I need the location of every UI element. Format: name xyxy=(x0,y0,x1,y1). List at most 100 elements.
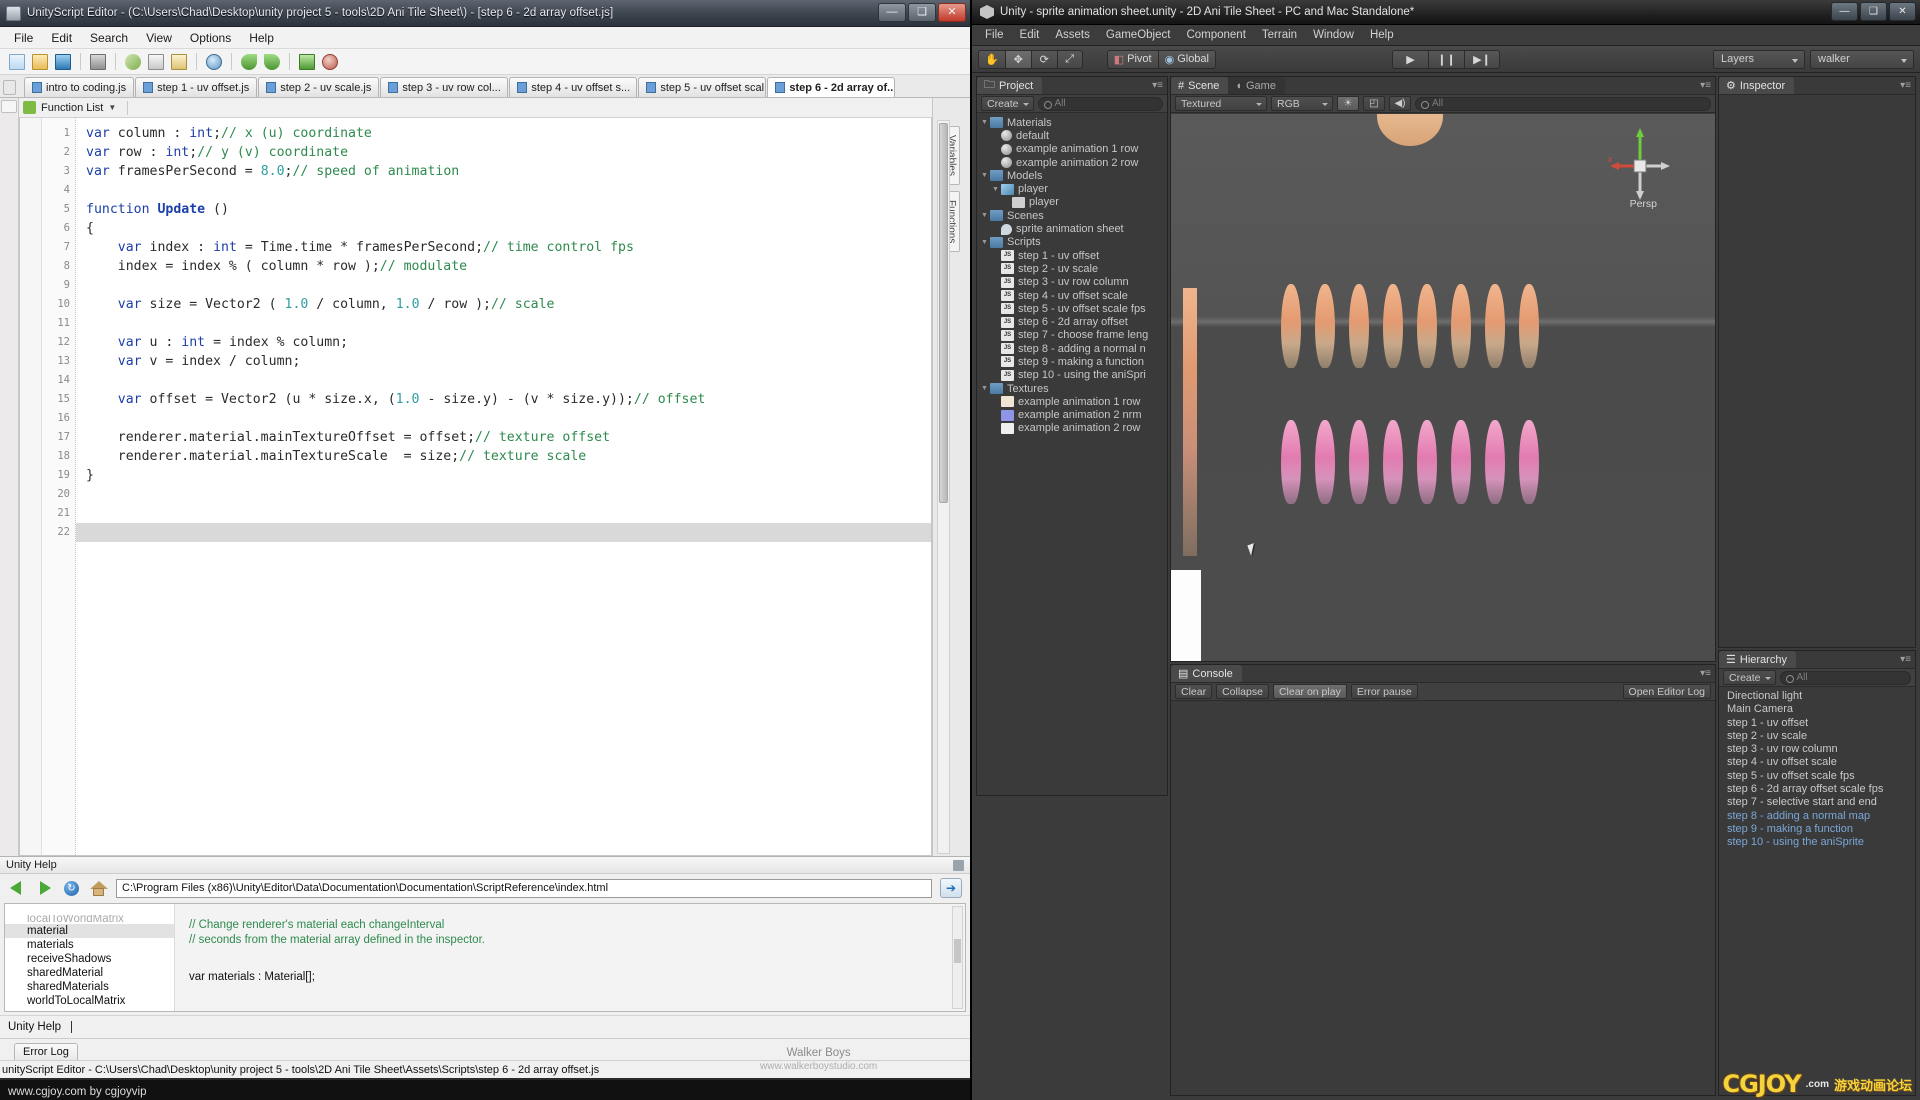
left-vertical-tab[interactable] xyxy=(1,100,17,113)
tab-console[interactable]: ▤ Console xyxy=(1171,665,1242,682)
lighting-icon[interactable]: ☀ xyxy=(1337,96,1359,111)
new-file-icon[interactable] xyxy=(7,52,27,72)
project-tree-item[interactable]: example animation 1 row xyxy=(977,143,1167,156)
tab-inspector[interactable]: ⚙ Inspector xyxy=(1719,77,1795,94)
project-tree-item[interactable]: JS step 5 - uv offset scale fps xyxy=(977,302,1167,315)
menu-component[interactable]: Component xyxy=(1179,27,1252,43)
code-line[interactable]: var size = Vector2 ( 1.0 / column, 1.0 /… xyxy=(76,295,931,314)
chevron-down-icon[interactable]: ▼ xyxy=(108,103,116,112)
hand-tool-icon[interactable]: ✋ xyxy=(978,49,1005,69)
code-line[interactable]: renderer.material.mainTextureScale = siz… xyxy=(76,447,931,466)
menu-terrain[interactable]: Terrain xyxy=(1255,27,1304,43)
hierarchy-item[interactable]: step 8 - adding a normal map xyxy=(1719,810,1915,823)
project-tree-item[interactable]: JS step 7 - choose frame leng xyxy=(977,329,1167,342)
hierarchy-item[interactable]: step 1 - uv offset xyxy=(1719,717,1915,730)
minimize-button[interactable]: — xyxy=(1831,2,1858,21)
color-mode-dropdown[interactable]: RGB xyxy=(1271,96,1333,111)
error-pause-button[interactable]: Error pause xyxy=(1350,684,1418,699)
tab-intro-to-coding[interactable]: intro to coding.js xyxy=(24,77,135,97)
draw-mode-dropdown[interactable]: Textured xyxy=(1175,96,1267,111)
code-vertical-scrollbar[interactable] xyxy=(937,120,950,854)
play-button[interactable]: ▶ xyxy=(1392,49,1428,69)
project-tree-item[interactable]: JS step 9 - making a function xyxy=(977,355,1167,368)
bookmark-gutter[interactable] xyxy=(20,118,42,855)
menu-gameobject[interactable]: GameObject xyxy=(1099,27,1178,43)
inspector-content[interactable] xyxy=(1719,96,1915,647)
find-in-files-icon[interactable] xyxy=(320,52,340,72)
open-folder-icon[interactable] xyxy=(30,52,50,72)
project-tree-item[interactable]: example animation 2 row xyxy=(977,156,1167,169)
scene-search-input[interactable]: All xyxy=(1415,96,1711,111)
step-button[interactable]: ▶❙ xyxy=(1464,49,1500,69)
list-item-sharedmaterials[interactable]: sharedMaterials xyxy=(5,980,174,994)
project-tree-item[interactable]: JS step 3 - uv row column xyxy=(977,276,1167,289)
code-line[interactable] xyxy=(76,485,931,504)
tab-step-3[interactable]: step 3 - uv row col... xyxy=(380,77,509,97)
hierarchy-item[interactable]: Main Camera xyxy=(1719,703,1915,716)
panel-menu-icon[interactable]: ▾≡ xyxy=(1152,80,1163,91)
help-url-input[interactable]: C:\Program Files (x86)\Unity\Editor\Data… xyxy=(116,878,932,898)
project-tree-item[interactable]: player xyxy=(977,196,1167,209)
tab-step-5[interactable]: step 5 - uv offset scal... xyxy=(638,77,767,97)
code-line[interactable]: var row : int;// y (v) coordinate xyxy=(76,143,931,162)
help-doc-scrollbar[interactable] xyxy=(952,906,963,1009)
list-item-sharedmaterial[interactable]: sharedMaterial xyxy=(5,966,174,980)
hierarchy-item[interactable]: step 3 - uv row column xyxy=(1719,743,1915,756)
global-toggle[interactable]: ◉ Global xyxy=(1157,49,1216,69)
copy-icon[interactable] xyxy=(146,52,166,72)
hierarchy-item[interactable]: step 2 - uv scale xyxy=(1719,730,1915,743)
disclosure-triangle-icon[interactable]: ▼ xyxy=(979,239,990,246)
project-tree-item[interactable]: sprite animation sheet xyxy=(977,222,1167,235)
code-line[interactable] xyxy=(76,314,931,333)
close-button[interactable]: ✕ xyxy=(1889,2,1916,21)
project-tree-item[interactable]: ▼ Scripts xyxy=(977,236,1167,249)
list-item[interactable]: localToWorldMatrix xyxy=(5,915,174,924)
help-status-tab[interactable]: Unity Help xyxy=(8,1021,67,1033)
panel-menu-icon[interactable]: ▾≡ xyxy=(1700,80,1711,91)
tab-scene[interactable]: # Scene xyxy=(1171,77,1229,94)
hierarchy-item[interactable]: Directional light xyxy=(1719,690,1915,703)
menu-file[interactable]: File xyxy=(978,27,1011,43)
project-tree-item[interactable]: JS step 10 - using the aniSpri xyxy=(977,369,1167,382)
find-icon[interactable] xyxy=(204,52,224,72)
code-line[interactable]: function Update () xyxy=(76,200,931,219)
go-button[interactable]: ➔ xyxy=(940,878,962,898)
hierarchy-item[interactable]: step 5 - uv offset scale fps xyxy=(1719,770,1915,783)
menu-assets[interactable]: Assets xyxy=(1048,27,1097,43)
paste-icon[interactable] xyxy=(169,52,189,72)
code-line[interactable] xyxy=(76,181,931,200)
hierarchy-item[interactable]: step 9 - making a function xyxy=(1719,823,1915,836)
hierarchy-item[interactable]: step 4 - uv offset scale xyxy=(1719,756,1915,769)
project-tree-item[interactable]: JS step 2 - uv scale xyxy=(977,262,1167,275)
code-line[interactable] xyxy=(76,409,931,428)
redo-icon[interactable] xyxy=(262,52,282,72)
refresh-icon[interactable]: ↻ xyxy=(62,879,81,898)
project-tree-item[interactable]: JS step 6 - 2d array offset xyxy=(977,315,1167,328)
error-log-tab[interactable]: Error Log xyxy=(14,1043,78,1060)
panel-menu-icon[interactable]: ▾≡ xyxy=(1900,654,1911,665)
project-tree-item[interactable]: example animation 2 nrm xyxy=(977,409,1167,422)
project-tree-item[interactable]: ▼ player xyxy=(977,182,1167,195)
skybox-icon[interactable]: ◰ xyxy=(1363,96,1385,111)
disclosure-triangle-icon[interactable]: ▼ xyxy=(979,385,990,392)
disclosure-triangle-icon[interactable]: ▼ xyxy=(979,172,990,179)
code-line[interactable]: var index : int = Time.time * framesPerS… xyxy=(76,238,931,257)
open-editor-log-button[interactable]: Open Editor Log xyxy=(1622,684,1711,699)
code-line[interactable] xyxy=(76,276,931,295)
list-item-material[interactable]: material xyxy=(5,924,174,938)
help-member-list[interactable]: localToWorldMatrix material materials re… xyxy=(5,904,175,1011)
forward-arrow-icon[interactable] xyxy=(35,879,54,898)
project-tree-item[interactable]: JS step 1 - uv offset xyxy=(977,249,1167,262)
pause-button[interactable]: ❙❙ xyxy=(1428,49,1464,69)
code-line[interactable]: { xyxy=(76,219,931,238)
minimize-button[interactable]: — xyxy=(878,3,906,22)
back-arrow-icon[interactable] xyxy=(8,879,27,898)
hierarchy-item[interactable]: step 10 - using the aniSprite xyxy=(1719,836,1915,849)
project-tree-item[interactable]: ▼ Models xyxy=(977,169,1167,182)
tab-step-6[interactable]: step 6 - 2d array of... xyxy=(767,77,896,97)
project-tree-item[interactable]: example animation 1 row xyxy=(977,395,1167,408)
tab-hierarchy[interactable]: ☰ Hierarchy xyxy=(1719,651,1796,668)
menu-file[interactable]: File xyxy=(6,29,41,47)
maximize-button[interactable]: ❑ xyxy=(1860,2,1887,21)
tab-scroll-icon[interactable] xyxy=(3,80,16,95)
